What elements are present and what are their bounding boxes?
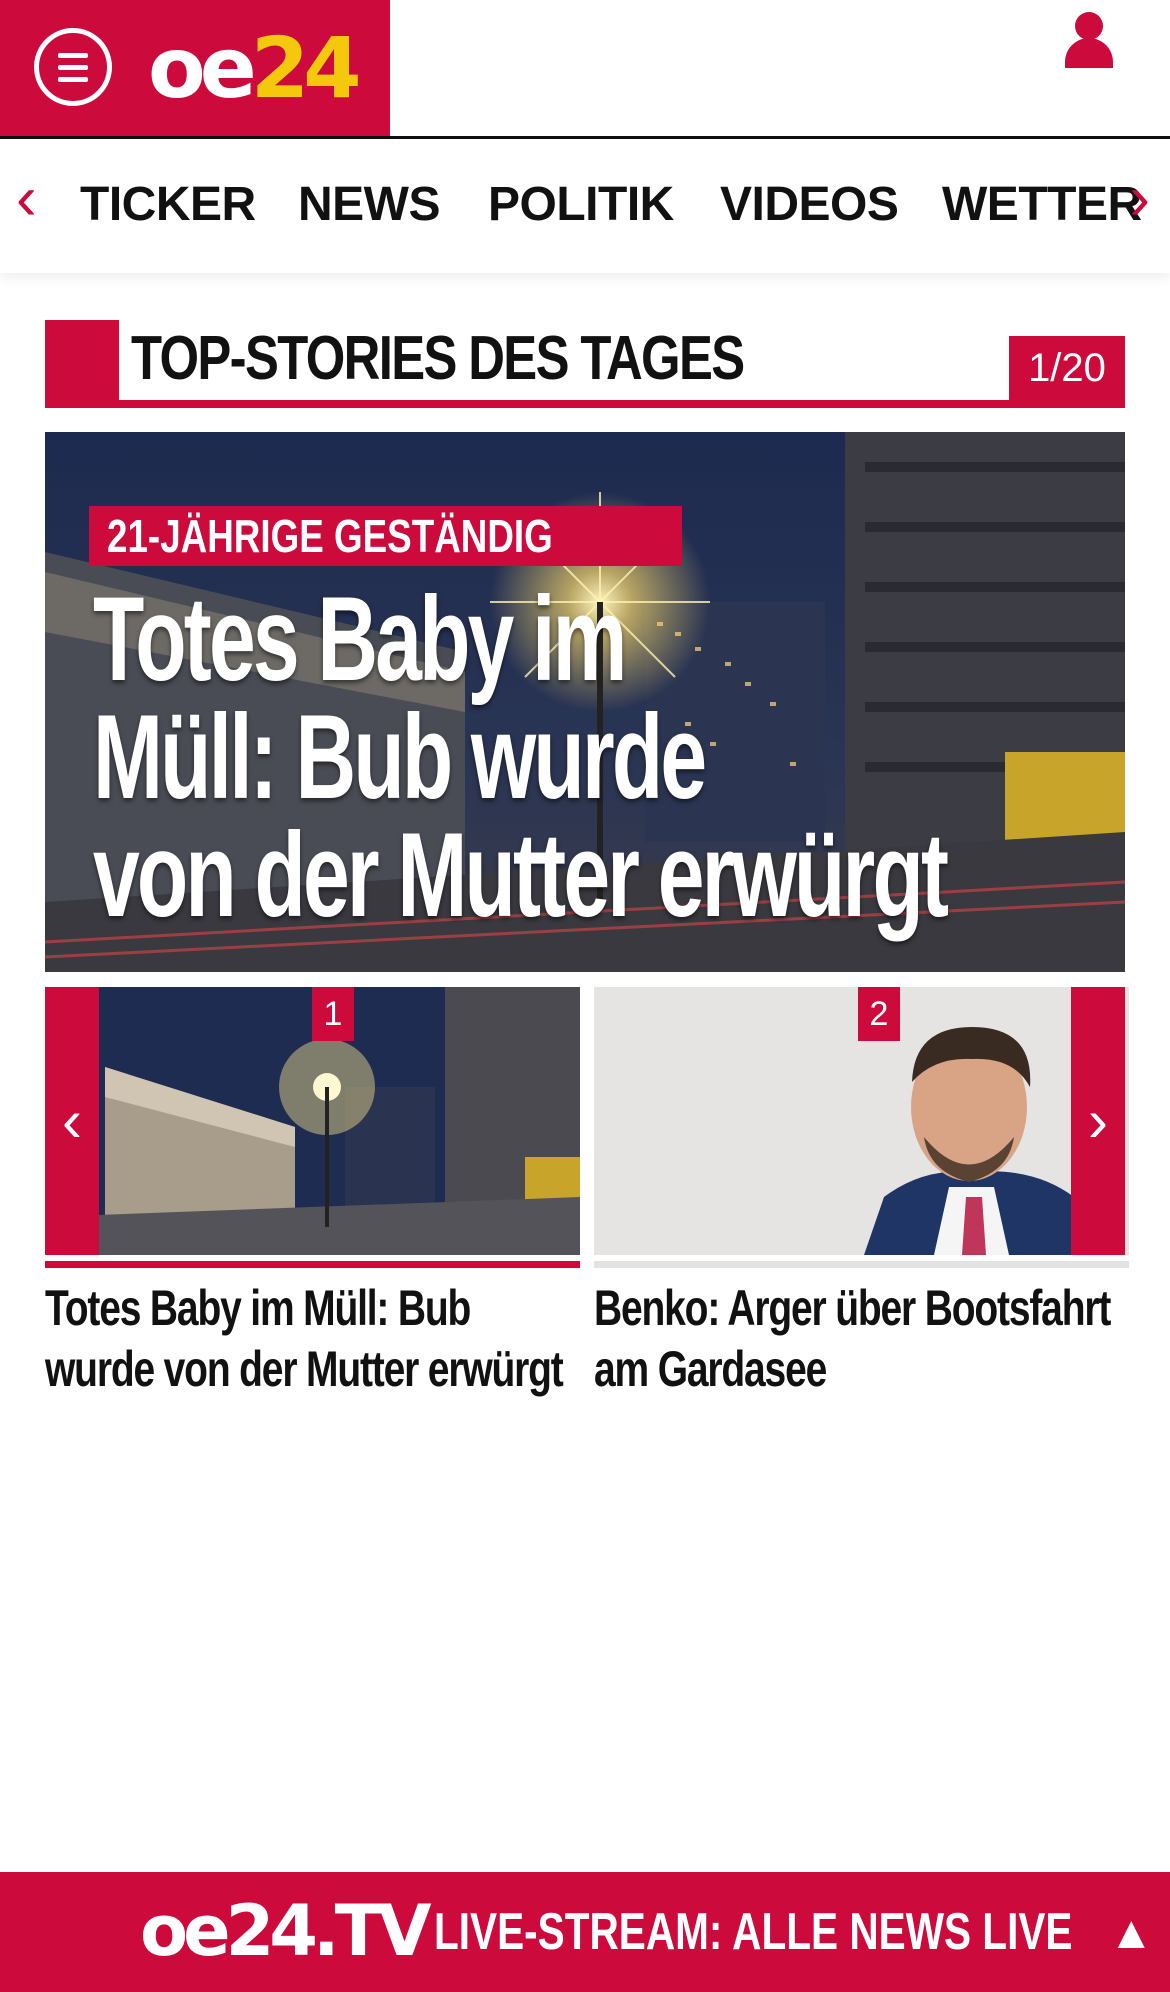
teaser-image: 2 — [594, 987, 1129, 1255]
top-header: oe24 — [0, 0, 1170, 139]
section-underline — [45, 400, 1125, 408]
live-stream-bar[interactable]: oe24.TV LIVE-STREAM: ALLE NEWS LIVE ▲ — [0, 1872, 1170, 1992]
user-icon[interactable] — [1063, 12, 1115, 74]
teaser-active-bar — [45, 1261, 580, 1268]
teaser-number: 1 — [312, 987, 354, 1041]
teaser-card-1[interactable]: 1 Totes Baby im Müll: Bub wurde von der … — [45, 987, 580, 1400]
nav-scroll-left-icon[interactable]: ‹ — [16, 168, 37, 230]
tv-logo: oe24.TV — [140, 1890, 431, 1972]
teaser-card-2[interactable]: 2 Benko: Arger über Bootsfahrt am Gardas… — [594, 987, 1129, 1400]
nav-item-wetter[interactable]: WETTER — [942, 177, 1142, 233]
nav-item-ticker[interactable]: TICKER — [80, 177, 256, 233]
site-logo[interactable]: oe24 — [148, 20, 362, 116]
teaser-number: 2 — [858, 987, 900, 1041]
teaser-inactive-bar — [594, 1261, 1129, 1268]
nav-scroll-right-icon[interactable]: › — [1129, 168, 1150, 230]
brand-bar: oe24 — [0, 0, 390, 136]
top-stories-header: TOP-STORIES DES TAGES 1/20 — [45, 320, 1125, 408]
nav-item-videos[interactable]: VIDEOS — [720, 177, 899, 233]
teaser-image: 1 — [45, 987, 580, 1255]
teaser-title[interactable]: Totes Baby im Müll: Bub wurde von der Mu… — [45, 1278, 575, 1400]
section-title: TOP-STORIES DES TAGES — [131, 324, 745, 393]
category-nav: ‹ TICKER NEWS POLITIK VIDEOS WETTER › — [0, 139, 1170, 273]
live-stream-label[interactable]: LIVE-STREAM: ALLE NEWS LIVE — [434, 1896, 1072, 1968]
teaser-title[interactable]: Benko: Arger über Bootsfahrt am Gardasee — [594, 1278, 1124, 1400]
nav-item-politik[interactable]: POLITIK — [488, 177, 674, 233]
carousel-next-button[interactable]: › — [1071, 987, 1125, 1255]
nav-item-news[interactable]: NEWS — [298, 177, 441, 233]
hero-story[interactable]: 21-JÄHRIGE GESTÄNDIG Totes Baby im Müll:… — [45, 432, 1125, 972]
expand-up-icon[interactable]: ▲ — [1108, 1902, 1154, 1962]
story-counter: 1/20 — [1009, 336, 1125, 400]
hero-kicker: 21-JÄHRIGE GESTÄNDIG — [89, 506, 683, 566]
carousel-prev-button[interactable]: ‹ — [45, 987, 99, 1255]
section-accent — [45, 320, 119, 408]
hero-title[interactable]: Totes Baby im Müll: Bub wurde von der Mu… — [93, 579, 1003, 935]
hamburger-menu-icon[interactable] — [34, 28, 112, 106]
